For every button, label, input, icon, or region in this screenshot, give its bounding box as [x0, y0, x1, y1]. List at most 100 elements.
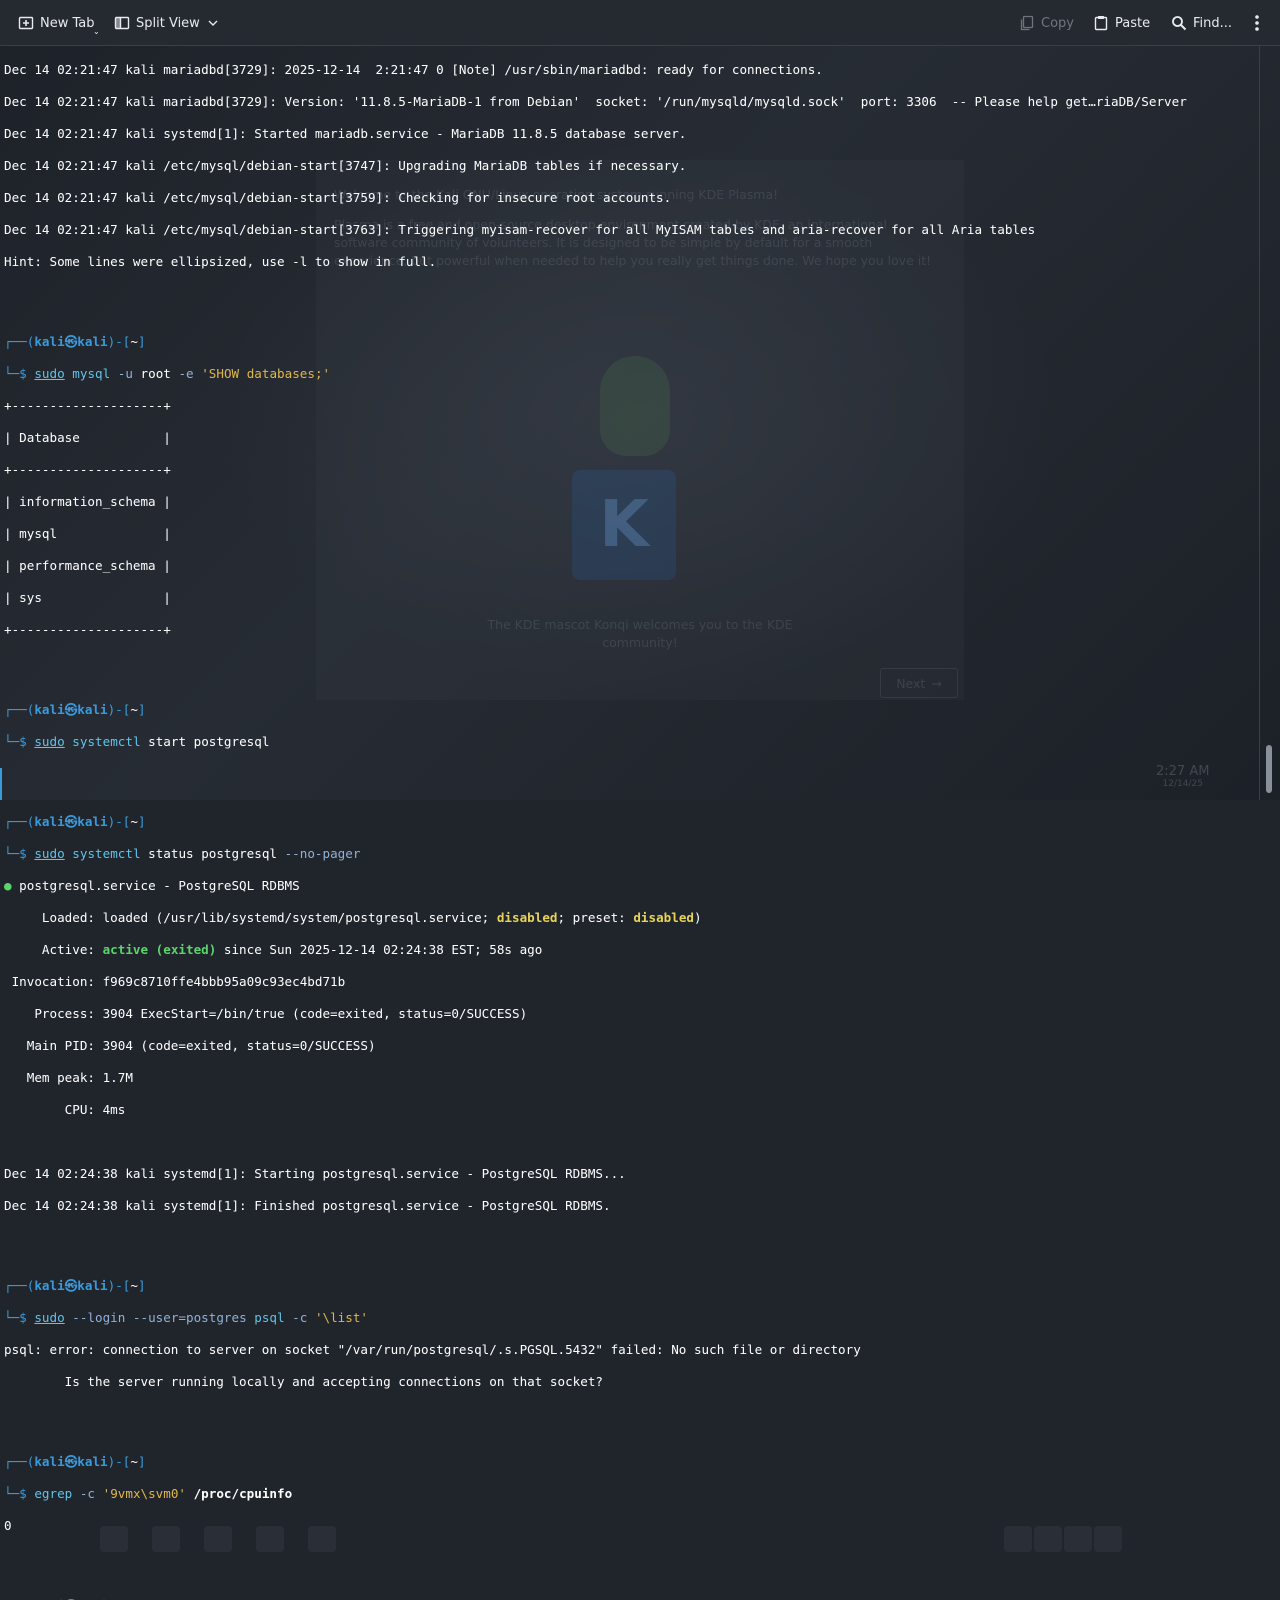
- terminal-output[interactable]: Dec 14 02:21:47 kali mariadbd[3729]: 202…: [4, 46, 1260, 1600]
- prompt-host: kali: [77, 1598, 107, 1600]
- active-since: since Sun 2025-12-14 02:24:38 EST; 58s a…: [216, 942, 543, 957]
- status-line: ● postgresql.service - PostgreSQL RDBMS: [4, 878, 1260, 894]
- table-line: | sys |: [4, 590, 171, 605]
- prompt-dir: ~: [130, 1454, 138, 1469]
- cmd-binary: systemctl: [72, 846, 141, 861]
- cmd-flag: -u: [110, 366, 133, 381]
- cmd-flag: -c: [72, 1486, 103, 1501]
- paste-label: Paste: [1115, 15, 1151, 31]
- copy-button[interactable]: Copy: [1019, 11, 1074, 35]
- find-button[interactable]: Find...: [1171, 11, 1232, 35]
- status-line: Loaded: loaded (/usr/lib/systemd/system/…: [4, 910, 1260, 926]
- loaded-text: Loaded: loaded (/usr/lib/systemd/system/…: [4, 910, 497, 925]
- cmd-flag: -c: [284, 1310, 315, 1325]
- command-line: └─$ sudo mysql -u root -e 'SHOW database…: [4, 366, 331, 381]
- table-line: +--------------------+: [4, 622, 171, 637]
- prompt-host: kali: [77, 1278, 108, 1293]
- prompt-dir: ~: [130, 814, 138, 829]
- scrollbar-divider: [1259, 46, 1260, 800]
- loaded-text: ; preset:: [557, 910, 634, 925]
- cmd-binary: systemctl: [72, 734, 141, 749]
- prompt-header: ┌──(kali㉿kali)-[~]: [4, 1278, 146, 1293]
- table-line: +--------------------+: [4, 398, 171, 413]
- prompt-user: kali: [34, 1598, 64, 1600]
- prompt-host: kali: [77, 814, 108, 829]
- chevron-down-icon: [206, 16, 220, 30]
- journal-line: Dec 14 02:24:38 kali systemd[1]: Startin…: [4, 1166, 626, 1181]
- scrollbar-thumb[interactable]: [1266, 745, 1272, 793]
- paste-icon: [1093, 15, 1109, 31]
- log-line: Dec 14 02:21:47 kali /etc/mysql/debian-s…: [4, 158, 687, 173]
- cmd-path: /proc/cpuinfo: [186, 1486, 293, 1501]
- status-line: Invocation: f969c8710ffe4bbb95a09c93ec4b…: [4, 974, 346, 989]
- cmd-string: '\list': [314, 1310, 369, 1325]
- prompt-user: kali: [34, 702, 65, 717]
- command-line: └─$ sudo systemctl status postgresql --n…: [4, 846, 361, 861]
- table-line: +--------------------+: [4, 462, 171, 477]
- cmd-flag: --no-pager: [284, 846, 361, 861]
- kebab-menu-icon: [1250, 14, 1264, 32]
- cmd-arg: root: [132, 366, 179, 381]
- status-line: Process: 3904 ExecStart=/bin/true (code=…: [4, 1006, 528, 1021]
- menu-button[interactable]: [1250, 11, 1264, 35]
- table-line: | Database |: [4, 430, 171, 445]
- status-dot-icon: ●: [4, 878, 12, 893]
- active-line-marker: [0, 768, 2, 800]
- table-line: | mysql |: [4, 526, 171, 541]
- split-view-button[interactable]: Split View: [114, 11, 220, 35]
- prompt-at: ㉿: [65, 1598, 78, 1600]
- service-name: postgresql.service - PostgreSQL RDBMS: [11, 878, 300, 893]
- paste-button[interactable]: Paste: [1093, 11, 1150, 35]
- cmd-binary: egrep: [34, 1486, 73, 1501]
- log-line: Dec 14 02:21:47 kali /etc/mysql/debian-s…: [4, 190, 672, 205]
- active-status-badge: active (exited): [102, 942, 217, 957]
- cmd-binary: psql: [254, 1310, 285, 1325]
- new-tab-dropdown-icon[interactable]: ⌄: [93, 27, 100, 36]
- prompt-host: kali: [77, 334, 108, 349]
- cmd-flag: --login --user=postgres: [64, 1310, 255, 1325]
- cmd-sudo: sudo: [34, 1310, 65, 1325]
- prompt-dir: ~: [130, 1278, 138, 1293]
- cmd-sudo: sudo: [34, 366, 65, 381]
- prompt-host: kali: [77, 1454, 108, 1469]
- prompt-header: ┌──(kali㉿kali)-[~]: [4, 334, 146, 349]
- prompt-dir: ~: [130, 1598, 138, 1600]
- prompt-header: ┌──(kali㉿kali)-[~]: [4, 702, 146, 717]
- prompt-user: kali: [34, 1278, 65, 1293]
- prompt-at: ㉿: [64, 1454, 78, 1469]
- command-line: └─$ sudo systemctl start postgresql: [4, 734, 270, 749]
- cmd-string: 'SHOW databases;': [201, 366, 331, 381]
- copy-icon: [1019, 15, 1035, 31]
- active-label: Active:: [4, 942, 103, 957]
- prompt-at: ㉿: [64, 1278, 78, 1293]
- cmd-args: start postgresql: [140, 734, 270, 749]
- cmd-sudo: sudo: [34, 734, 65, 749]
- status-line: Active: active (exited) since Sun 2025-1…: [4, 942, 1260, 958]
- prompt-header: ┌──(kali㉿kali)-[~]: [4, 1454, 146, 1469]
- prompt-at: ㉿: [64, 814, 78, 829]
- new-tab-button[interactable]: New Tab: [18, 11, 95, 35]
- prompt-host: kali: [77, 702, 108, 717]
- table-line: | performance_schema |: [4, 558, 171, 573]
- journal-line: Dec 14 02:24:38 kali systemd[1]: Finishe…: [4, 1198, 611, 1213]
- copy-label: Copy: [1041, 15, 1074, 31]
- log-line: Dec 14 02:21:47 kali mariadbd[3729]: Ver…: [4, 94, 1187, 109]
- prompt-dir: ~: [130, 334, 138, 349]
- terminal-toolbar: New Tab ⌄ Split View Copy Paste Find...: [0, 0, 1280, 46]
- cmd-string: '9vmx\svm0': [102, 1486, 187, 1501]
- hint-line: Hint: Some lines were ellipsized, use -l…: [4, 254, 437, 269]
- status-line: CPU: 4ms: [4, 1102, 126, 1117]
- error-line: psql: error: connection to server on soc…: [4, 1342, 861, 1357]
- prompt-user: kali: [34, 814, 65, 829]
- split-view-label: Split View: [136, 15, 200, 31]
- prompt-at: ㉿: [64, 334, 78, 349]
- prompt-header: ┌──(kali㉿kali)-[~]: [4, 1598, 1260, 1600]
- split-view-icon: [114, 15, 130, 31]
- cmd-args: status postgresql: [140, 846, 285, 861]
